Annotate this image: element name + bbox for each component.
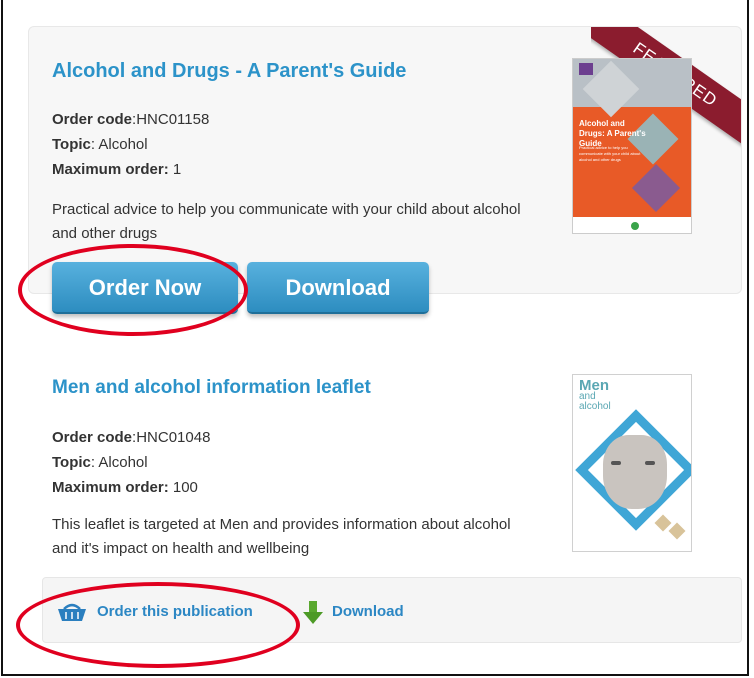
- featured-max-order: Maximum order: 1: [52, 161, 182, 178]
- download-link[interactable]: Download: [332, 603, 404, 620]
- cover-accent: [668, 522, 686, 540]
- basket-icon[interactable]: [56, 601, 88, 623]
- men-alcohol-topic: Topic: Alcohol: [52, 454, 148, 471]
- cover-face-eye: [611, 461, 621, 465]
- men-alcohol-title[interactable]: Men and alcohol information leaflet: [52, 377, 371, 399]
- cover-footer-logo: [631, 222, 639, 230]
- cover-face: [603, 435, 667, 509]
- cover-line3: alcohol: [579, 401, 611, 412]
- men-alcohol-cover-image[interactable]: Men and alcohol: [572, 374, 692, 552]
- cover-logo: [579, 63, 593, 75]
- order-now-button[interactable]: Order Now: [52, 262, 238, 314]
- order-this-publication-link[interactable]: Order this publication: [97, 603, 253, 620]
- download-button[interactable]: Download: [247, 262, 429, 314]
- men-alcohol-description: This leaflet is targeted at Men and prov…: [52, 516, 511, 557]
- cover-subtitle: Practical advice to help you communicate…: [579, 145, 641, 162]
- featured-description: Practical advice to help you communicate…: [52, 201, 521, 242]
- men-alcohol-order-code: Order code:HNC01048: [52, 429, 211, 446]
- cover-face-eye: [645, 461, 655, 465]
- featured-publication-title[interactable]: Alcohol and Drugs - A Parent's Guide: [52, 60, 406, 83]
- featured-topic: Topic: Alcohol: [52, 136, 148, 153]
- featured-order-code: Order code:HNC01158: [52, 111, 210, 128]
- featured-cover-image[interactable]: Alcohol and Drugs: A Parent's Guide Prac…: [572, 58, 692, 234]
- download-arrow-icon[interactable]: [302, 601, 324, 625]
- men-alcohol-max-order: Maximum order: 100: [52, 479, 198, 496]
